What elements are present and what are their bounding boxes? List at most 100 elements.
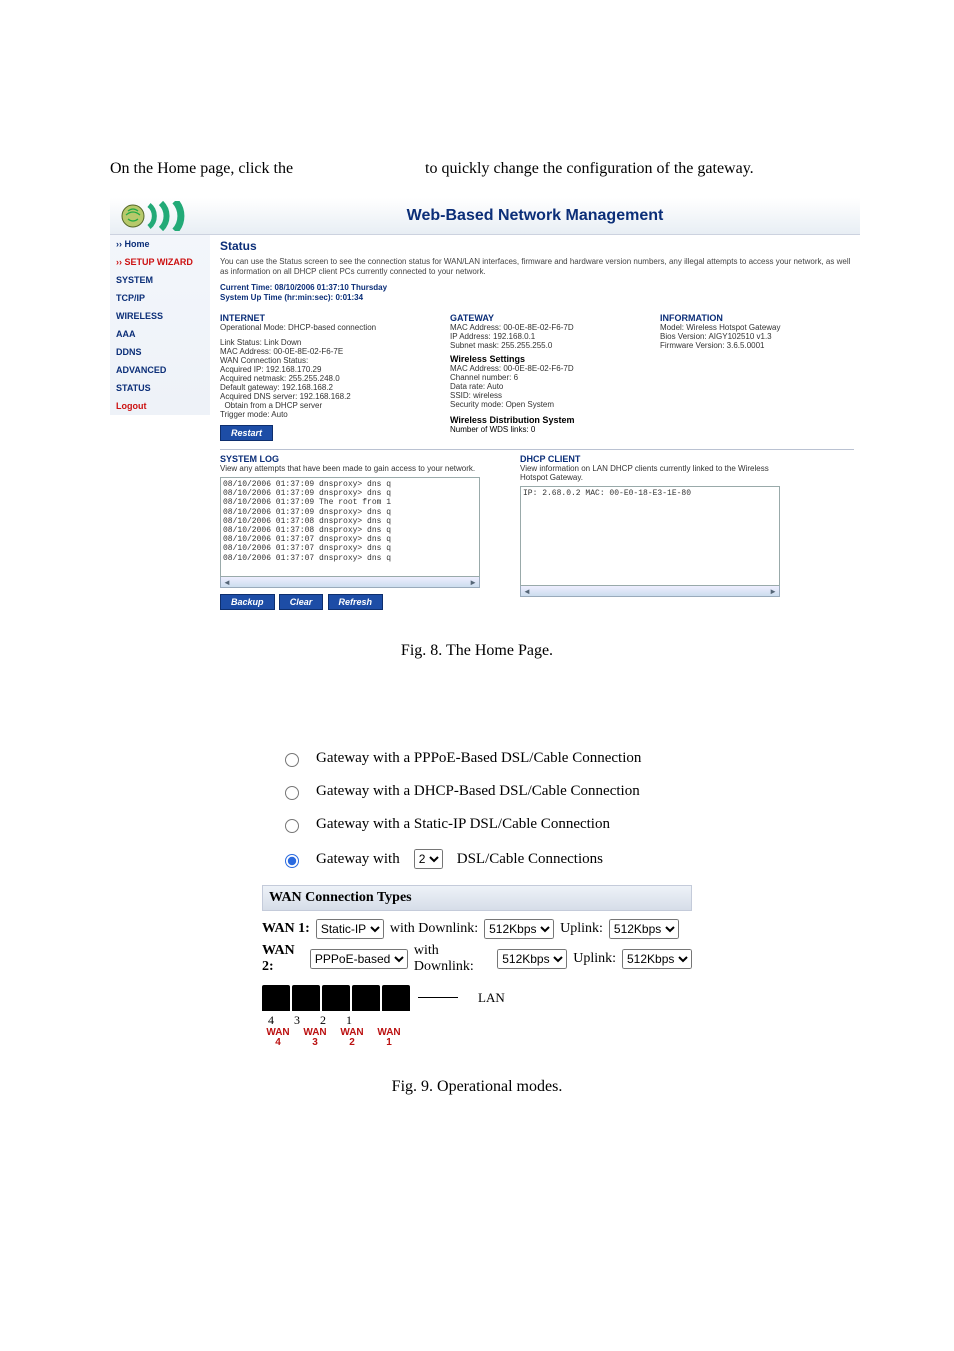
label-dhcp: Gateway with a DHCP-Based DSL/Cable Conn…: [316, 783, 640, 800]
nav-home[interactable]: ›› Home: [110, 235, 210, 253]
wan-types-heading: WAN Connection Types: [262, 885, 692, 911]
refresh-button[interactable]: Refresh: [328, 594, 384, 610]
wan2-ul-select[interactable]: 512Kbps: [622, 949, 692, 969]
wan-lbl-4: WAN4: [264, 1028, 292, 1048]
port-num-1: 1: [346, 1013, 352, 1028]
nav-setup-wizard[interactable]: ›› SETUP WIZARD: [110, 253, 210, 271]
nav-ddns[interactable]: DDNS: [110, 343, 210, 361]
internet-mac: MAC Address: 00-0E-8E-02-F6-7E: [220, 347, 440, 356]
wan1-ul-select[interactable]: 512Kbps: [609, 919, 679, 939]
wan2-dl-select[interactable]: 512Kbps: [497, 949, 567, 969]
nav-aaa[interactable]: AAA: [110, 325, 210, 343]
port-icon: [322, 985, 350, 1011]
status-heading: Status: [220, 239, 854, 253]
admin-title: Web-Based Network Management: [210, 199, 860, 233]
figure9-caption: Fig. 9. Operational modes.: [0, 1078, 954, 1096]
radio-static[interactable]: [285, 819, 299, 833]
wifi-heading: Wireless Settings: [450, 354, 650, 364]
admin-screenshot: Web-Based Network Management ›› Home ›› …: [110, 198, 860, 618]
wifi-mac: MAC Address: 00-0E-8E-02-F6-7D: [450, 364, 650, 373]
ports-diagram: LAN 4 3 2 1 WAN4 WAN3 WAN2 WAN1: [262, 985, 692, 1048]
wifi-chan: Channel number: 6: [450, 373, 650, 382]
wifi-rate: Data rate: Auto: [450, 382, 650, 391]
trigger: Trigger mode: Auto: [220, 410, 440, 419]
lan-line-icon: [418, 997, 458, 998]
gateway-mac: MAC Address: 00-0E-8E-02-F6-7D: [450, 323, 650, 332]
def-gw: Default gateway: 192.168.168.2: [220, 383, 440, 392]
gateway-heading: GATEWAY: [450, 313, 650, 323]
intro-after: to quickly change the configuration of t…: [425, 160, 754, 177]
dhcp-textbox[interactable]: IP: 2.68.0.2 MAC: 00-E0-18-E3-1E-80: [520, 486, 780, 586]
wan-lbl-2: WAN2: [338, 1028, 366, 1048]
wan2-label: WAN 2:: [262, 943, 304, 975]
dhcp-scrollbar[interactable]: ◄►: [520, 586, 780, 597]
nav-logout[interactable]: Logout: [110, 397, 210, 415]
info-model: Model: Wireless Hotspot Gateway: [660, 323, 854, 332]
info-fw: Firmware Version: 3.6.5.0001: [660, 341, 854, 350]
wan-lbl-1: WAN1: [375, 1028, 403, 1048]
nav-status[interactable]: STATUS: [110, 379, 210, 397]
port-num-3: 3: [294, 1013, 300, 1028]
nav-wireless[interactable]: WIRELESS: [110, 307, 210, 325]
gateway-logo-icon: [110, 198, 210, 234]
wifi-ssid: SSID: wireless: [450, 391, 650, 400]
wan2-dl-label: with Downlink:: [414, 943, 491, 975]
wan1-type-select[interactable]: Static-IP: [316, 919, 384, 939]
radio-dhcp[interactable]: [285, 786, 299, 800]
info-bios: Bios Version: AIGY102510 v1.3: [660, 332, 854, 341]
radio-multi[interactable]: [285, 854, 299, 868]
op-mode: Operational Mode: DHCP-based connection: [220, 323, 440, 332]
port-icon: [292, 985, 320, 1011]
wan-lbl-3: WAN3: [301, 1028, 329, 1048]
syslog-desc: View any attempts that have been made to…: [220, 464, 480, 473]
wan1-dl-label: with Downlink:: [390, 921, 478, 937]
wan2-ul-label: Uplink:: [573, 951, 616, 967]
label-multi-post: DSL/Cable Connections: [457, 851, 603, 868]
radio-pppoe[interactable]: [285, 753, 299, 767]
figure8-caption: Fig. 8. The Home Page.: [0, 642, 954, 660]
admin-nav: ›› Home ›› SETUP WIZARD SYSTEM TCP/IP WI…: [110, 235, 210, 415]
nav-advanced[interactable]: ADVANCED: [110, 361, 210, 379]
backup-button[interactable]: Backup: [220, 594, 275, 610]
label-multi-pre: Gateway with: [316, 851, 400, 868]
wds-links: Number of WDS links: 0: [450, 425, 650, 434]
dns: Acquired DNS server: 192.168.168.2: [220, 392, 440, 401]
wds-heading: Wireless Distribution System: [450, 415, 650, 425]
label-pppoe: Gateway with a PPPoE-Based DSL/Cable Con…: [316, 750, 641, 767]
wan2-type-select[interactable]: PPPoE-based: [310, 949, 408, 969]
clear-button[interactable]: Clear: [279, 594, 324, 610]
gateway-ip: IP Address: 192.168.0.1: [450, 332, 650, 341]
port-icon: [262, 985, 290, 1011]
intro-text: On the Home page, click the to quickly c…: [110, 160, 914, 192]
divider: [220, 449, 854, 450]
syslog-textbox[interactable]: 08/10/2006 01:37:09 dnsproxy> dns q 08/1…: [220, 477, 480, 577]
syslog-scrollbar[interactable]: ◄►: [220, 577, 480, 588]
uptime: System Up Time (hr:min:sec): 0:01:34: [220, 293, 854, 303]
current-time: Current Time: 08/10/2006 01:37:10 Thursd…: [220, 283, 854, 293]
port-num-2: 2: [320, 1013, 326, 1028]
restart-button[interactable]: Restart: [220, 425, 273, 441]
acq-mask: Acquired netmask: 255.255.248.0: [220, 374, 440, 383]
nav-system[interactable]: SYSTEM: [110, 271, 210, 289]
wan-conn-status: WAN Connection Status:: [220, 356, 440, 365]
internet-heading: INTERNET: [220, 313, 440, 323]
nav-tcpip[interactable]: TCP/IP: [110, 289, 210, 307]
port-icon: [352, 985, 380, 1011]
wan1-dl-select[interactable]: 512Kbps: [484, 919, 554, 939]
port-icon: [382, 985, 410, 1011]
info-heading: INFORMATION: [660, 313, 854, 323]
dhcp-desc: View information on LAN DHCP clients cur…: [520, 464, 780, 482]
wifi-sec: Security mode: Open System: [450, 400, 650, 409]
status-blurb: You can use the Status screen to see the…: [220, 257, 854, 277]
acq-ip: Acquired IP: 192.168.170.29: [220, 365, 440, 374]
intro-before: On the Home page, click the: [110, 160, 293, 177]
lan-label: LAN: [478, 990, 505, 1006]
wan1-ul-label: Uplink:: [560, 921, 603, 937]
dns-src: Obtain from a DHCP server: [220, 401, 440, 410]
select-conn-count[interactable]: 2: [414, 849, 443, 869]
port-num-4: 4: [268, 1013, 274, 1028]
wan1-label: WAN 1:: [262, 921, 310, 937]
dhcp-heading: DHCP CLIENT: [520, 454, 780, 464]
link-status: Link Status: Link Down: [220, 338, 440, 347]
syslog-heading: SYSTEM LOG: [220, 454, 480, 464]
